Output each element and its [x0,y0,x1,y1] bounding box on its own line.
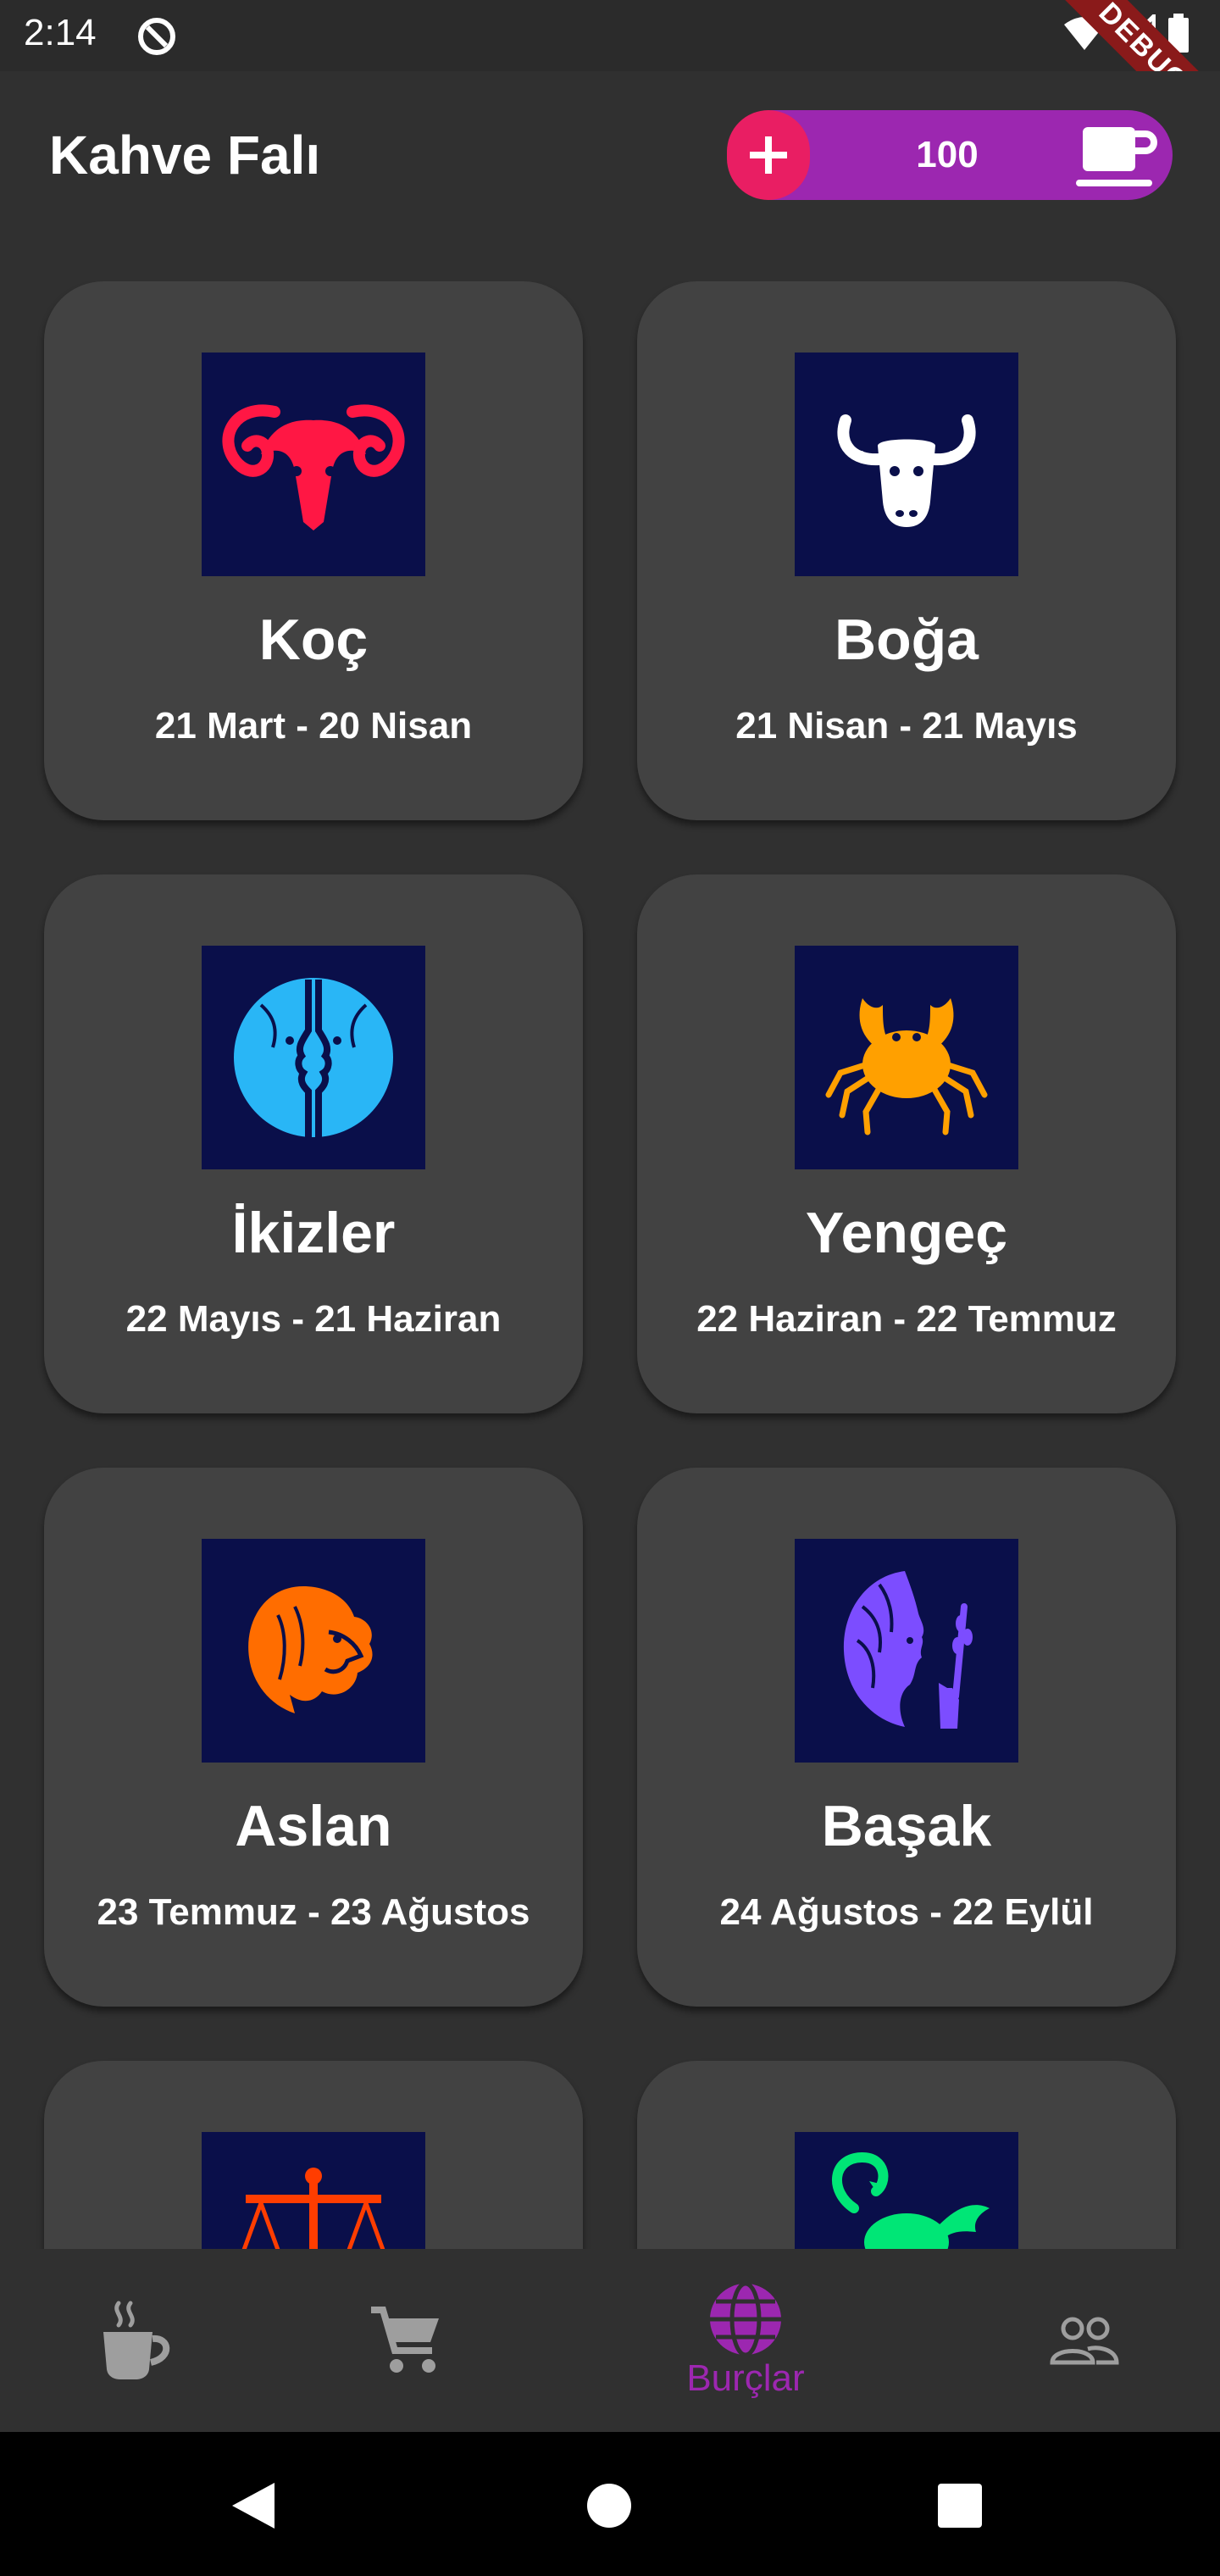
coffee-icon [103,2301,170,2379]
gemini-image [202,946,425,1169]
status-time: 2:14 [24,12,97,53]
zodiac-dates: 22 Mayıs - 21 Haziran [125,1298,502,1340]
taurus-image [795,353,1018,576]
globe-icon [710,2281,781,2357]
system-navigation-bar [0,2432,1220,2576]
zodiac-card-taurus[interactable]: Boğa 21 Nisan - 21 Mayıs [637,281,1176,820]
aries-image [202,353,425,576]
recents-icon[interactable] [937,2483,983,2529]
status-bar: 2:14 DEBUG [0,0,1220,153]
zodiac-card-virgo[interactable]: Başak 24 Ağustos - 22 Eylül [637,1468,1176,2007]
scorpio-icon [832,2151,990,2249]
zodiac-name: İkizler [231,1201,396,1265]
nav-item-horoscopes[interactable]: Burçlar [644,2249,847,2432]
zodiac-name: Koç [258,608,369,672]
leo-icon [248,1586,373,1713]
zodiac-card-aries[interactable]: Koç 21 Mart - 20 Nisan [44,281,583,820]
app-screen: Kahve Falı 100 Koç 21 Mart - 20 Nisan Bo… [0,71,1220,2432]
app-bar: Kahve Falı 100 [0,71,1220,241]
coin-balance[interactable]: 100 [727,110,1173,200]
scorpio-image [795,2132,1018,2249]
bottom-navigation: Burçlar [0,2249,1220,2432]
zodiac-dates: 21 Nisan - 21 Mayıs [735,705,1078,747]
taurus-icon [837,414,976,527]
cancer-image [795,946,1018,1169]
libra-icon [241,2168,385,2249]
gemini-icon [234,978,393,1137]
zodiac-name: Başak [821,1794,992,1858]
zodiac-card-scorpio[interactable] [637,2061,1176,2249]
coin-count: 100 [916,134,979,175]
add-coins-button[interactable] [727,110,810,200]
zodiac-card-cancer[interactable]: Yengeç 22 Haziran - 22 Temmuz [637,874,1176,1413]
app-notification-icon [138,18,175,55]
zodiac-name: Boğa [835,608,979,672]
zodiac-name: Yengeç [805,1201,1008,1265]
plus-icon [750,136,787,174]
zodiac-dates: 22 Haziran - 22 Temmuz [696,1298,1117,1340]
cancer-icon [825,998,988,1135]
zodiac-card-gemini[interactable]: İkizler 22 Mayıs - 21 Haziran [44,874,583,1413]
nav-item-coffee[interactable] [76,2249,195,2432]
zodiac-dates: 21 Mart - 20 Nisan [154,705,473,747]
virgo-icon [843,1571,973,1729]
page-title: Kahve Falı [49,125,321,186]
nav-item-shop[interactable] [347,2249,466,2432]
zodiac-grid: Koç 21 Mart - 20 Nisan Boğa 21 Nisan - 2… [0,281,1220,2249]
zodiac-card-leo[interactable]: Aslan 23 Temmuz - 23 Ağustos [44,1468,583,2007]
zodiac-dates: 23 Temmuz - 23 Ağustos [97,1891,530,1933]
zodiac-name: Aslan [235,1794,392,1858]
zodiac-card-libra[interactable] [44,2061,583,2249]
zodiac-dates: 24 Ağustos - 22 Eylül [719,1891,1094,1933]
home-icon[interactable] [586,2483,632,2529]
nav-item-profile[interactable] [1025,2249,1144,2432]
virgo-image [795,1539,1018,1763]
libra-image [202,2132,425,2249]
cart-icon [371,2307,439,2373]
people-icon [1050,2317,1119,2365]
coffee-cup-icon [1076,127,1157,186]
nav-label-horoscopes: Burçlar [686,2357,805,2399]
aries-icon [222,404,405,530]
leo-image [202,1539,425,1763]
back-icon[interactable] [230,2481,276,2530]
